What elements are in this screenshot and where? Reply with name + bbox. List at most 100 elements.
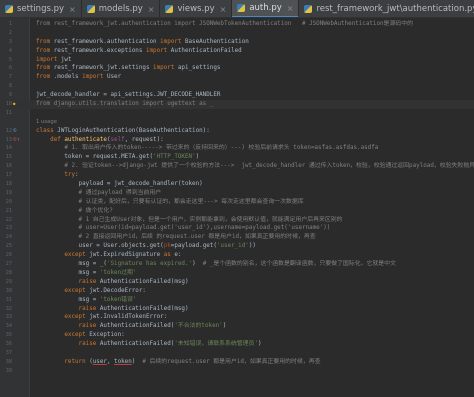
code-token: JWTLoginAuthentication(BaseAuthenticatio… bbox=[57, 127, 210, 134]
code-line: 16 # 2. 验证token-->django-jwt 提供了一个校验的方法-… bbox=[0, 162, 474, 171]
code-token: raise bbox=[36, 323, 100, 330]
code-token: msg = bbox=[36, 296, 100, 303]
code-token: except bbox=[36, 314, 90, 321]
code-text: msg = 'token过期' bbox=[36, 269, 137, 278]
line-number: 27 bbox=[5, 261, 12, 268]
tab-label: rest_framework_jwt\authentication.py bbox=[316, 4, 474, 14]
code-text: raise AuthenticationFailed(msg) bbox=[36, 305, 189, 314]
code-token: from django.utils.translation import uge… bbox=[36, 101, 214, 108]
code-text: raise AuthenticationFailed('不合法的token') bbox=[36, 322, 227, 331]
code-token: rest_framework.exceptions bbox=[53, 47, 146, 54]
code-token: )) bbox=[248, 243, 256, 250]
close-icon[interactable]: × bbox=[69, 5, 76, 14]
python-file-icon bbox=[86, 5, 95, 13]
code-line: 19 # 通过payload 得到当前用户 bbox=[0, 189, 474, 198]
code-text: except Exception: bbox=[36, 331, 124, 340]
code-token: jwt.DecodeError: bbox=[89, 287, 146, 294]
code-line: 11 bbox=[0, 109, 474, 118]
code-token: # _是个函数的别名，这个函数是翻译函数，只要做了国际化，它就是中文 bbox=[202, 261, 396, 268]
line-number: 30 bbox=[5, 287, 12, 294]
code-line: 7 from .models import User bbox=[0, 73, 474, 82]
code-token: 'Signature has expired.' bbox=[106, 261, 193, 268]
code-token: payload = jwt_decode_handler(token) bbox=[36, 181, 203, 188]
tab-settings-py[interactable]: settings.py × bbox=[0, 0, 82, 17]
code-token: BaseAuthentication bbox=[184, 38, 249, 45]
code-line: 31 msg = 'token错误' bbox=[0, 296, 474, 305]
code-text: except jwt.InvalidTokenError: bbox=[36, 313, 167, 322]
code-token: from rest_framework_jwt.authentication i… bbox=[36, 21, 414, 27]
code-token: AuthenticationFailed( bbox=[99, 323, 175, 330]
close-icon[interactable]: × bbox=[220, 5, 227, 14]
code-token: from bbox=[36, 47, 54, 54]
python-file-icon bbox=[237, 4, 246, 12]
code-token: token = request.META.get( bbox=[36, 154, 154, 161]
code-editor[interactable]: 1 from rest_framework_jwt.authentication … bbox=[0, 18, 474, 397]
code-token: user = User.objects.get( bbox=[36, 243, 164, 250]
code-text: # user=User(id=payload.get('user_id'),us… bbox=[36, 224, 331, 233]
code-token: except bbox=[36, 252, 90, 259]
code-token: self bbox=[110, 136, 125, 143]
tab-views-py[interactable]: views.py × bbox=[160, 0, 233, 17]
code-token: class bbox=[36, 127, 58, 134]
code-token: from bbox=[36, 65, 54, 72]
code-line: 17 try: bbox=[0, 171, 474, 180]
code-line: 9 jwt_decode_handler = api_settings.JWT_D… bbox=[0, 91, 474, 100]
code-line: 5 import jwt bbox=[0, 56, 474, 65]
code-text: except jwt.ExpiredSignature as e: bbox=[36, 251, 181, 260]
line-number: 5 bbox=[8, 56, 12, 63]
code-text: raise AuthenticationFailed('未知错误，请联系系统管理… bbox=[36, 340, 262, 349]
code-line: 25 user = User.objects.get(pk=payload.ge… bbox=[0, 242, 474, 251]
editor-tab-bar: settings.py × models.py × views.py × auth.py × r… bbox=[0, 0, 474, 18]
code-token: raise bbox=[36, 341, 100, 348]
code-line: 14 # 1. 取出用户传入的token-----> 带过来的（反持回来的）--… bbox=[0, 144, 474, 153]
code-token: 'HTTP_TOKEN' bbox=[153, 154, 196, 161]
code-text: # 1 自己生成User对象，但是一个用户，实例都能拿到，会使用默认值，就能满足… bbox=[36, 216, 343, 225]
tab-rest-framework-jwt-authentication-py[interactable]: rest_framework_jwt\authentication.py× bbox=[299, 0, 474, 17]
code-lines: 1 from rest_framework_jwt.authentication … bbox=[0, 20, 474, 376]
code-text: raise AuthenticationFailed(msg) bbox=[36, 278, 189, 287]
code-token: '未知错误，请联系系统管理员' bbox=[174, 341, 258, 348]
code-token: return bbox=[36, 358, 90, 365]
override-marker-icon[interactable]: ⊙↑ bbox=[13, 136, 25, 145]
close-icon[interactable]: × bbox=[148, 5, 155, 14]
code-token: try bbox=[36, 172, 76, 179]
code-token: jwt_decode_handler = api_settings.JWT_DE… bbox=[36, 92, 221, 99]
code-token: ) bbox=[192, 261, 203, 268]
code-line: 13 ⊙↑ def authenticate(self, request): bbox=[0, 136, 474, 145]
code-token: AuthenticationFailed(msg) bbox=[99, 305, 189, 312]
code-token: : bbox=[75, 172, 79, 179]
line-number: 19 bbox=[5, 189, 12, 196]
code-token: import bbox=[36, 56, 61, 63]
line-number: 32 bbox=[5, 305, 12, 312]
python-file-icon bbox=[5, 5, 13, 13]
code-token: ) bbox=[222, 323, 227, 330]
code-token: import bbox=[82, 74, 107, 81]
close-icon[interactable]: × bbox=[287, 4, 294, 13]
code-line: 24 # 2 直接返回用户id，后续 的request.user 都是用户id，… bbox=[0, 233, 474, 242]
line-number: 16 bbox=[5, 163, 12, 170]
code-line: 23 # user=User(id=payload.get('user_id')… bbox=[0, 224, 474, 233]
intention-bulb-icon[interactable]: ● bbox=[13, 100, 25, 109]
tab-models-py[interactable]: models.py × bbox=[82, 0, 161, 17]
code-token: import bbox=[160, 38, 185, 45]
code-text: # 通过payload 得到当前用户 bbox=[36, 189, 162, 198]
code-line: 36 raise AuthenticationFailed('未知错误，请联系系… bbox=[0, 340, 474, 349]
code-token: except bbox=[36, 287, 90, 294]
line-number: 38 bbox=[5, 358, 12, 365]
line-number: 25 bbox=[5, 243, 12, 250]
code-token: jwt.InvalidTokenError: bbox=[89, 314, 168, 321]
code-text: # 1. 取出用户传入的token-----> 带过来的（反持回来的）---) … bbox=[36, 144, 378, 153]
code-token: User bbox=[106, 74, 122, 81]
code-line: 27 msg = _('Signature has expired.') # _… bbox=[0, 260, 474, 269]
tab-label: views.py bbox=[177, 4, 215, 14]
code-token: user bbox=[92, 358, 107, 365]
tab-label: auth.py bbox=[249, 3, 282, 13]
code-line: 38 return (user, token) # 后续的request.use… bbox=[0, 358, 474, 367]
code-token: , request): bbox=[124, 136, 164, 143]
code-line: 6 from rest_framework_jwt.settings import… bbox=[0, 64, 474, 73]
tab-auth-py[interactable]: auth.py × bbox=[232, 0, 300, 17]
line-number: 7 bbox=[8, 74, 12, 81]
line-number: 24 bbox=[5, 234, 12, 241]
class-marker-icon[interactable]: ⊙ bbox=[13, 127, 25, 136]
code-token: jwt bbox=[60, 56, 72, 63]
